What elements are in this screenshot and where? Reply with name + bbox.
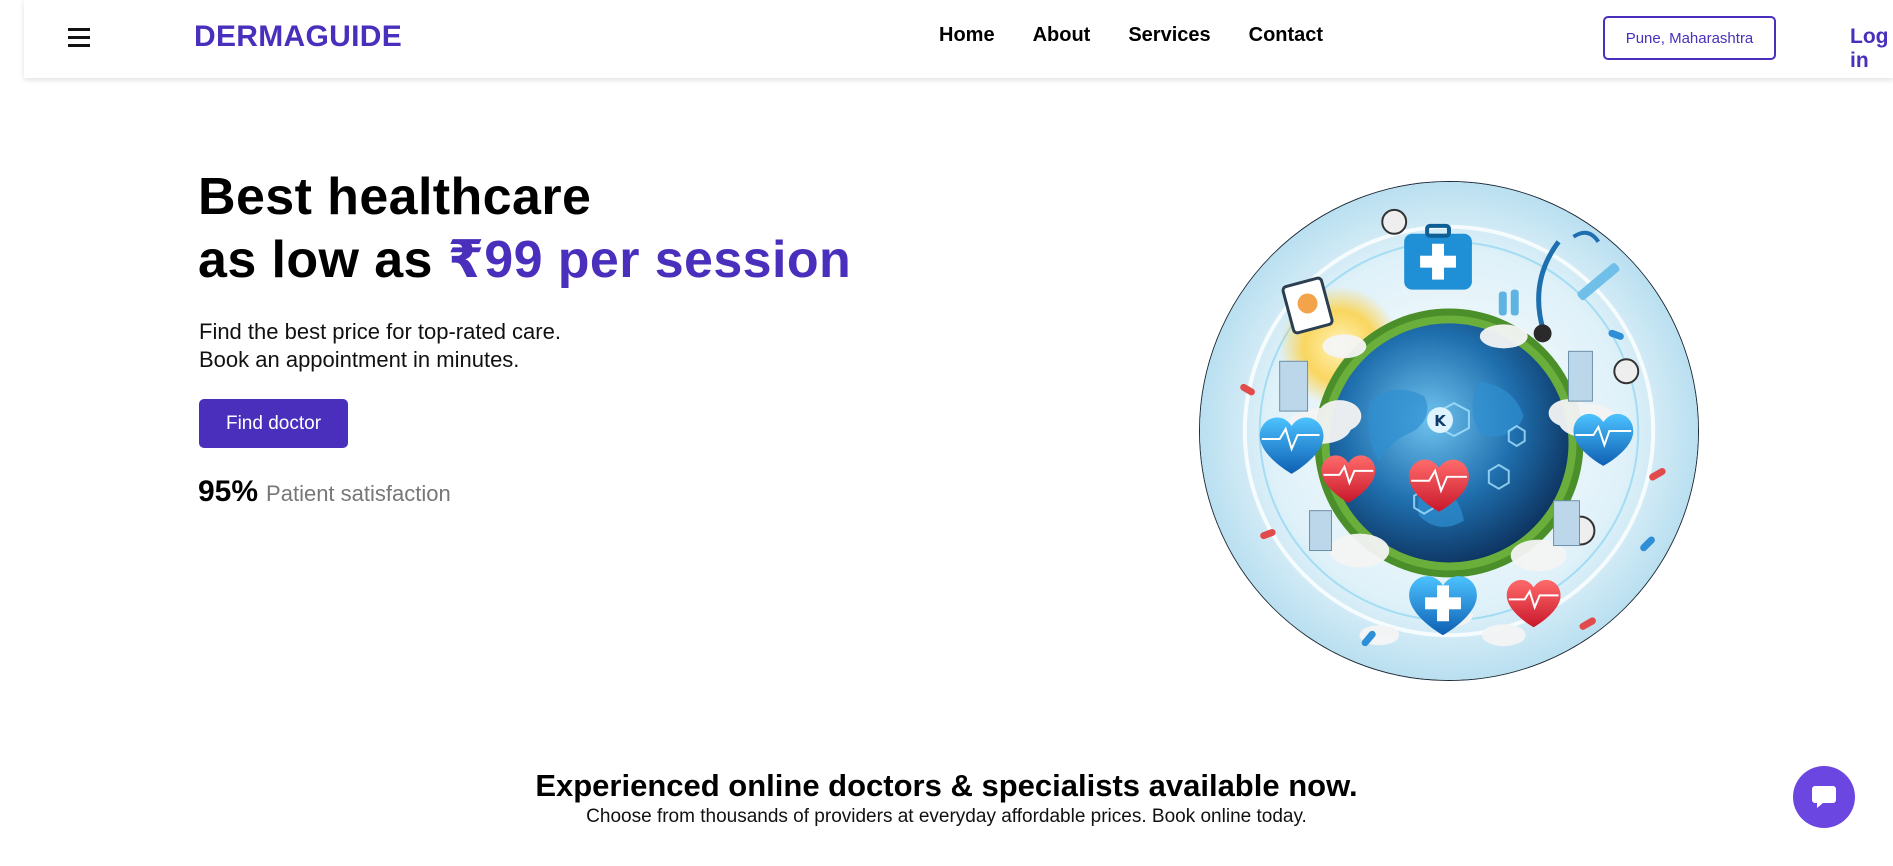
section-title: Experienced online doctors & specialists… [535, 768, 1358, 803]
healthcare-globe-illustration: K [1199, 181, 1699, 681]
main-nav: Home About Services Contact [939, 24, 1323, 47]
nav-home-link[interactable]: Home [939, 24, 995, 47]
nav-about-link[interactable]: About [1033, 24, 1091, 47]
location-selector-button[interactable]: Pune, Maharashtra [1603, 16, 1776, 60]
svg-text:K: K [1434, 412, 1447, 430]
hero-title-line2-prefix: as low as [198, 231, 448, 289]
find-doctor-button[interactable]: Find doctor [199, 399, 348, 448]
hero-subtitle-line1: Find the best price for top-rated care. [199, 319, 561, 344]
chat-bubble-icon [1812, 786, 1836, 808]
nav-contact-link[interactable]: Contact [1249, 24, 1323, 47]
top-navbar: DERMAGUIDE Home About Services Contact P… [24, 0, 1893, 78]
satisfaction-label: Patient satisfaction [266, 481, 451, 506]
section-subtitle: Choose from thousands of providers at ev… [586, 806, 1307, 827]
chat-button[interactable] [1793, 766, 1855, 828]
satisfaction-stat: 95% Patient satisfaction [198, 475, 451, 509]
page: DERMAGUIDE Home About Services Contact P… [0, 0, 1893, 866]
hero-title-line1: Best healthcare [198, 168, 592, 226]
satisfaction-value: 95% [198, 475, 259, 508]
hero-subtitle-line2: Book an appointment in minutes. [199, 347, 520, 372]
brand-logo[interactable]: DERMAGUIDE [194, 20, 402, 54]
hero-subtitle: Find the best price for top-rated care. … [199, 318, 561, 374]
hero-title: Best healthcare as low as ₹99 per sessio… [198, 166, 851, 292]
hero-price-highlight: ₹99 per session [447, 231, 852, 289]
hamburger-menu-icon[interactable] [62, 20, 96, 54]
nav-services-link[interactable]: Services [1128, 24, 1210, 47]
login-link[interactable]: Log in [1850, 25, 1893, 73]
